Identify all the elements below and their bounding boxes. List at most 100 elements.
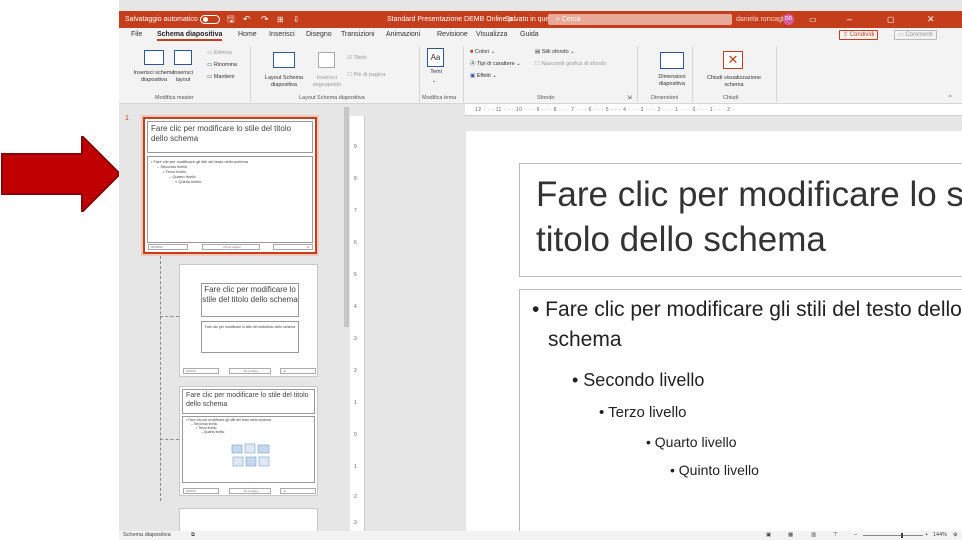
rename-button[interactable]: ▭ Rinomina [207, 62, 237, 69]
group-edit-master: Modifica master [155, 95, 194, 101]
undo-icon[interactable]: ↶ [243, 11, 251, 28]
body-level-1: • Fare clic per modificare gli stili del… [532, 298, 962, 321]
title-placeholder[interactable]: Fare clic per modificare lo stile del ti… [519, 163, 962, 277]
tab-draw[interactable]: Disegno [306, 31, 332, 38]
tab-animations[interactable]: Animazioni [386, 31, 420, 38]
vertical-ruler: 9 8 7 6 5 4 3 2 1 0 1 2 3 [350, 116, 365, 531]
colors-button[interactable]: ■ Colori ⌄ [470, 49, 495, 56]
master-layout-icon[interactable] [273, 52, 295, 68]
insert-placeholder-icon [318, 52, 335, 68]
maximize-icon[interactable]: ▢ [887, 11, 895, 28]
fit-slide-icon[interactable]: ⊕ [953, 531, 958, 540]
zoom-in-button[interactable]: + [925, 531, 928, 540]
tab-insert[interactable]: Inserisci [269, 31, 295, 38]
body-placeholder[interactable]: • Fare clic per modificare gli stili del… [519, 289, 962, 531]
title-line-2: titolo dello schema [536, 220, 826, 259]
ribbon-tabs: File Schema diapositiva Home Inserisci D… [119, 28, 962, 42]
dialog-launcher-icon[interactable]: ⇲ [627, 95, 632, 102]
chevron-down-icon: ⌄ [432, 78, 437, 84]
delete-button: ▭ Elimina [207, 50, 232, 56]
slide-size-button[interactable]: Dimensioni diapositiva [647, 74, 697, 88]
layout1-thumb-title: Fare clic per modificare lo stile del ti… [201, 283, 299, 317]
footer-checkbox: ☐ Piè di pagina [347, 72, 386, 78]
slide-size-icon[interactable] [660, 52, 684, 69]
tab-view[interactable]: Visualizza [476, 31, 507, 38]
red-arrow [1, 136, 122, 212]
tab-home[interactable]: Home [238, 31, 257, 38]
layout1-thumb-subtitle: Fare clic per modificare lo stile del so… [201, 321, 299, 353]
insert-master-icon[interactable] [144, 50, 164, 65]
avatar[interactable]: DR [783, 14, 794, 25]
themes-button[interactable]: Temi [423, 69, 449, 76]
tab-transitions[interactable]: Transizioni [341, 31, 375, 38]
effects-button[interactable]: ▣ Effetti ⌄ [470, 73, 497, 80]
redo-icon[interactable]: ↷ [261, 11, 269, 28]
zoom-out-button[interactable]: – [854, 531, 857, 540]
minimize-icon[interactable]: – [847, 11, 852, 28]
comments-button[interactable]: ▭ Commenti [894, 30, 937, 40]
slideshow-icon[interactable]: ⊤ [833, 531, 838, 540]
zoom-thumb[interactable] [901, 533, 903, 538]
tab-slide-master[interactable]: Schema diapositiva [157, 31, 223, 41]
body-level-5: • Quinto livello [670, 462, 759, 478]
insert-placeholder-button: Inserisci segnaposto [312, 75, 342, 88]
close-icon[interactable]: ✕ [927, 11, 935, 28]
status-bar: Schema diapositiva ⧉ ▣ ▦ ▥ ⊤ – + 144% ⊕ [119, 531, 962, 540]
insert-layout-button[interactable]: Inserisci layout [163, 70, 203, 84]
thumbnail-scrollbar[interactable] [343, 104, 350, 531]
horizontal-ruler: 12 · · · 11 · · · 10 · · · 9 · · · 8 · ·… [465, 104, 962, 116]
search-box[interactable]: ⌕ Cerca [548, 14, 732, 25]
content-placeholder-icons [231, 443, 270, 467]
layout2-thumb-title: Fare clic per modificare lo stile del ti… [182, 389, 315, 414]
title-checkbox: ☑ Titolo [347, 55, 367, 61]
presentation-icon[interactable]: ⊞ [277, 11, 284, 28]
body-level-3: • Terzo livello [599, 404, 687, 421]
fonts-button[interactable]: Ⓐ Tipi di carattere ⌄ [470, 61, 521, 68]
group-close: Chiudi [723, 95, 739, 101]
title-line-1: Fare clic per modificare lo stile del [536, 175, 962, 214]
body-level-2: • Secondo livello [572, 370, 705, 390]
tab-review[interactable]: Revisione [437, 31, 468, 38]
autosave-toggle[interactable] [197, 11, 220, 28]
customize-icon[interactable]: ⇩ [293, 11, 300, 28]
save-icon[interactable]: 🖫 [227, 11, 235, 28]
master-thumb-title: Fare clic per modificare lo stile del ti… [147, 121, 313, 153]
delete-icon: ▭ [207, 50, 214, 56]
themes-icon[interactable]: Aa [427, 48, 444, 67]
slide-canvas: Fare clic per modificare lo stile del ti… [365, 116, 962, 531]
collapse-ribbon-icon[interactable]: ^ [949, 95, 952, 102]
ribbon-display-icon[interactable]: ▭ [809, 11, 817, 28]
thumbnail-pane: 1 Fare clic per modificare lo stile del … [119, 104, 343, 538]
layout-thumbnail-title[interactable]: Fare clic per modificare lo stile del ti… [179, 264, 318, 377]
share-button[interactable]: ⇧ Condividi [839, 30, 879, 40]
autosave-label: Salvataggio automatico [125, 16, 198, 23]
slide-master-editor[interactable]: Fare clic per modificare lo stile del ti… [466, 131, 962, 531]
powerpoint-window: Salvataggio automatico 🖫 ↶ ↷ ⊞ ⇩ Standar… [119, 0, 962, 540]
reading-view-icon[interactable]: ▥ [811, 531, 816, 540]
body-level-1-cont: schema [548, 328, 622, 351]
insert-layout-icon[interactable] [174, 50, 192, 65]
rename-icon: ▭ [207, 62, 214, 68]
colors-icon: ■ [470, 49, 474, 55]
sorter-view-icon[interactable]: ▦ [788, 531, 793, 540]
tab-help[interactable]: Guida [520, 31, 539, 38]
bg-styles-icon: ▤ [535, 49, 541, 55]
preserve-icon: ▭ [207, 74, 214, 80]
layout-thumbnail-content[interactable]: Fare clic per modificare lo stile del ti… [179, 386, 318, 496]
master-thumbnail[interactable]: Fare clic per modificare lo stile del ti… [141, 115, 319, 256]
group-size: Dimensioni [651, 95, 679, 101]
normal-view-icon[interactable]: ▣ [766, 531, 771, 540]
group-background: Sfondo [537, 95, 555, 101]
hide-bg-checkbox[interactable]: ☐ Nascondi grafica di sfondo [535, 61, 606, 68]
view-label: Schema diapositiva [123, 532, 171, 538]
bg-styles-button[interactable]: ▤ Stili sfondo ⌄ [535, 49, 575, 56]
tab-file[interactable]: File [131, 31, 142, 38]
accessibility-icon[interactable]: ⧉ [191, 531, 195, 540]
close-master-button[interactable]: Chiudi visualizzazione schema [697, 75, 771, 89]
close-master-icon[interactable]: ✕ [723, 51, 743, 69]
master-layout-button[interactable]: Layout Schema diapositiva [258, 75, 310, 89]
zoom-slider[interactable] [863, 535, 923, 536]
zoom-level[interactable]: 144% [933, 531, 947, 540]
preserve-button[interactable]: ▭ Mantieni [207, 74, 235, 81]
search-placeholder: Cerca [561, 16, 581, 23]
